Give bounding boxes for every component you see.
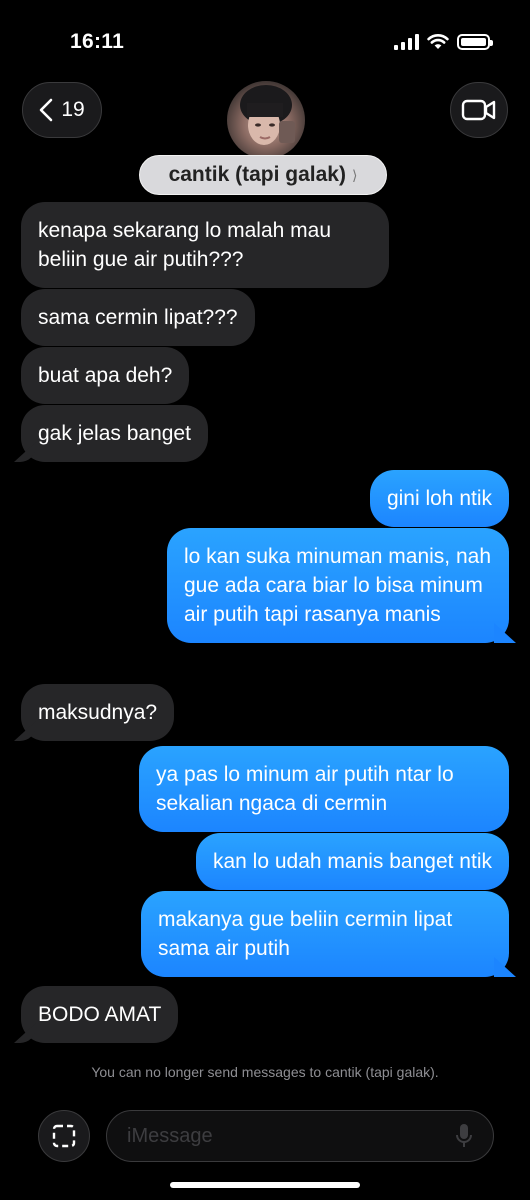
message-bubble-sent[interactable]: gini loh ntik — [369, 470, 509, 527]
contact-name: cantik (tapi galak) — [168, 163, 346, 186]
avatar-photo — [240, 85, 295, 145]
chevron-right-icon: ⟩ — [351, 166, 358, 183]
message-bubble-sent[interactable]: makanya gue beliin cermin lipat sama air… — [141, 891, 509, 977]
chevron-left-icon — [40, 98, 53, 122]
facetime-video-button[interactable] — [450, 82, 508, 138]
message-bubble-received[interactable]: sama cermin lipat??? — [21, 289, 255, 346]
home-indicator[interactable] — [170, 1182, 360, 1188]
message-bubble-received[interactable]: maksudnya? — [21, 684, 175, 741]
status-bar: 16:11 — [0, 0, 530, 80]
contact-name-button[interactable]: cantik (tapi galak) ⟩ — [139, 155, 387, 195]
apps-button[interactable] — [38, 1110, 90, 1162]
contact-avatar[interactable] — [227, 81, 305, 159]
message-bubble-received[interactable]: gak jelas banget — [21, 405, 208, 462]
wifi-icon — [427, 34, 449, 49]
back-button[interactable]: 19 — [22, 82, 102, 138]
blocked-notice: You can no longer send messages to canti… — [91, 1064, 439, 1080]
message-bubble-received[interactable]: kenapa sekarang lo malah mau beliin gue … — [21, 202, 389, 288]
video-camera-icon — [461, 99, 496, 121]
message-bubble-received[interactable]: buat apa deh? — [21, 347, 190, 404]
microphone-icon[interactable] — [455, 1123, 473, 1149]
message-bubble-received[interactable]: BODO AMAT — [21, 986, 179, 1043]
status-time: 16:11 — [70, 30, 125, 53]
message-bubble-sent[interactable]: kan lo udah manis banget ntik — [195, 833, 509, 890]
message-input-container — [106, 1110, 494, 1162]
cellular-signal-icon — [394, 33, 419, 50]
battery-icon — [457, 33, 493, 50]
message-bubble-sent[interactable]: lo kan suka minuman manis, nah gue ada c… — [167, 528, 509, 643]
apps-icon — [52, 1124, 76, 1148]
message-bubble-sent[interactable]: ya pas lo minum air putih ntar lo sekali… — [139, 746, 509, 832]
status-icons — [394, 33, 493, 50]
message-input[interactable] — [127, 1124, 455, 1148]
unread-count: 19 — [61, 98, 85, 121]
